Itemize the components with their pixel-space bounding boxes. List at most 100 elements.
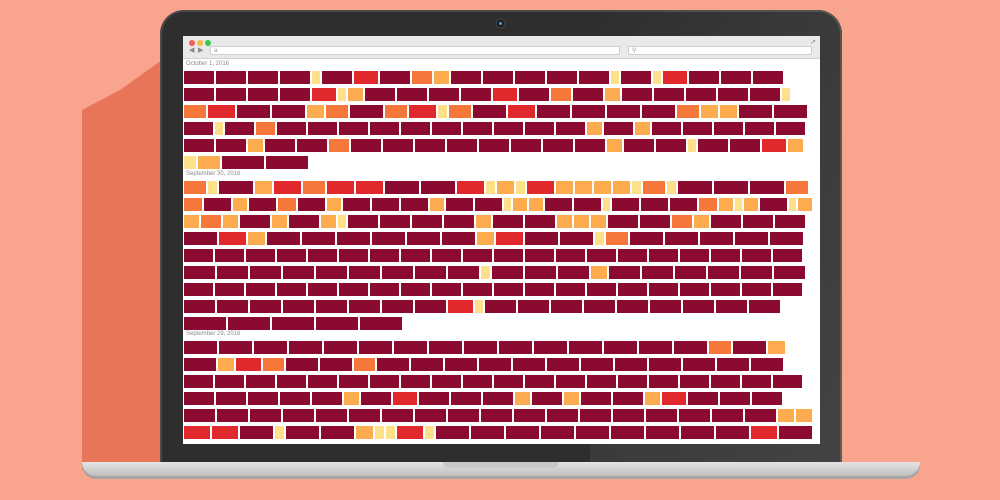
page-visit-block[interactable] [219,181,255,196]
page-visit-block[interactable] [339,122,370,137]
page-visit-block[interactable] [201,215,223,230]
page-visit-block[interactable] [711,215,743,230]
page-visit-block[interactable] [645,392,662,407]
page-visit-block[interactable] [216,139,248,154]
page-visit-block[interactable] [640,215,672,230]
page-visit-block[interactable] [321,215,338,230]
page-visit-block[interactable] [720,392,752,407]
page-visit-block[interactable] [274,181,303,196]
page-visit-block[interactable] [184,156,198,171]
page-visit-block[interactable] [711,249,742,264]
page-visit-block[interactable] [607,105,642,120]
page-visit-block[interactable] [656,139,688,154]
page-visit-block[interactable] [751,426,779,441]
page-visit-block[interactable] [451,392,483,407]
page-visit-block[interactable] [630,232,665,247]
page-visit-block[interactable] [650,300,683,315]
page-visit-block[interactable] [316,300,349,315]
page-visit-block[interactable] [681,426,716,441]
page-visit-block[interactable] [618,283,649,298]
page-visit-block[interactable] [446,198,475,213]
page-visit-block[interactable] [615,358,649,373]
page-visit-block[interactable] [338,215,348,230]
page-visit-block[interactable] [556,181,575,196]
page-visit-block[interactable] [494,249,525,264]
page-visit-block[interactable] [302,232,337,247]
page-visit-block[interactable] [445,358,479,373]
page-visit-block[interactable] [415,266,448,281]
page-visit-block[interactable] [228,317,272,332]
page-visit-block[interactable] [796,409,814,424]
page-visit-block[interactable] [513,358,547,373]
page-visit-block[interactable] [479,358,513,373]
page-visit-block[interactable] [432,249,463,264]
page-visit-block[interactable] [308,249,339,264]
page-visit-block[interactable] [716,426,751,441]
page-visit-block[interactable] [361,392,393,407]
page-visit-block[interactable] [447,139,479,154]
page-visit-block[interactable] [587,375,618,390]
page-visit-block[interactable] [326,105,350,120]
page-visit-block[interactable] [432,122,463,137]
page-visit-block[interactable] [349,266,382,281]
page-visit-block[interactable] [516,181,527,196]
page-visit-block[interactable] [556,375,587,390]
page-visit-block[interactable] [246,283,277,298]
page-visit-block[interactable] [348,88,365,103]
page-visit-block[interactable] [721,71,753,86]
page-visit-block[interactable] [421,181,457,196]
page-visit-block[interactable] [360,317,404,332]
fullscreen-icon[interactable]: ↗ [810,38,816,46]
page-visit-block[interactable] [742,375,773,390]
page-visit-block[interactable] [407,232,442,247]
page-visit-block[interactable] [494,375,525,390]
page-visit-block[interactable] [611,71,621,86]
page-visit-block[interactable] [752,392,784,407]
page-visit-block[interactable] [788,139,805,154]
page-visit-block[interactable] [551,300,584,315]
page-visit-block[interactable] [618,249,649,264]
page-visit-block[interactable] [574,198,603,213]
page-visit-block[interactable] [449,105,473,120]
page-visit-block[interactable] [595,232,606,247]
page-visit-block[interactable] [782,88,792,103]
page-visit-block[interactable] [372,198,401,213]
page-visit-block[interactable] [254,341,289,356]
page-visit-block[interactable] [708,266,741,281]
page-visit-block[interactable] [277,122,308,137]
page-visit-block[interactable] [525,249,556,264]
page-visit-block[interactable] [743,215,775,230]
page-visit-block[interactable] [646,409,679,424]
page-visit-block[interactable] [312,88,338,103]
address-bar[interactable]: a [210,46,620,55]
page-visit-block[interactable] [463,283,494,298]
page-visit-block[interactable] [343,198,372,213]
page-visit-block[interactable] [547,71,579,86]
page-visit-block[interactable] [613,181,632,196]
page-visit-block[interactable] [525,122,556,137]
maximize-window-icon[interactable] [205,40,211,46]
page-visit-block[interactable] [632,181,643,196]
page-visit-block[interactable] [184,266,217,281]
page-visit-block[interactable] [412,71,434,86]
page-visit-block[interactable] [430,198,446,213]
page-visit-block[interactable] [611,426,646,441]
page-visit-block[interactable] [694,215,711,230]
page-visit-block[interactable] [248,232,267,247]
page-visit-block[interactable] [789,198,798,213]
page-visit-block[interactable] [320,358,354,373]
page-visit-block[interactable] [307,105,326,120]
page-visit-block[interactable] [316,317,360,332]
page-visit-block[interactable] [745,409,778,424]
page-visit-block[interactable] [401,283,432,298]
page-visit-block[interactable] [429,88,461,103]
page-visit-block[interactable] [475,198,504,213]
forward-arrow-icon[interactable]: ▶ [198,47,203,55]
page-visit-block[interactable] [356,181,385,196]
page-visit-block[interactable] [349,409,382,424]
page-visit-block[interactable] [591,266,609,281]
page-visit-block[interactable] [678,181,714,196]
page-visit-block[interactable] [481,266,492,281]
page-visit-block[interactable] [215,249,246,264]
page-visit-block[interactable] [451,71,483,86]
